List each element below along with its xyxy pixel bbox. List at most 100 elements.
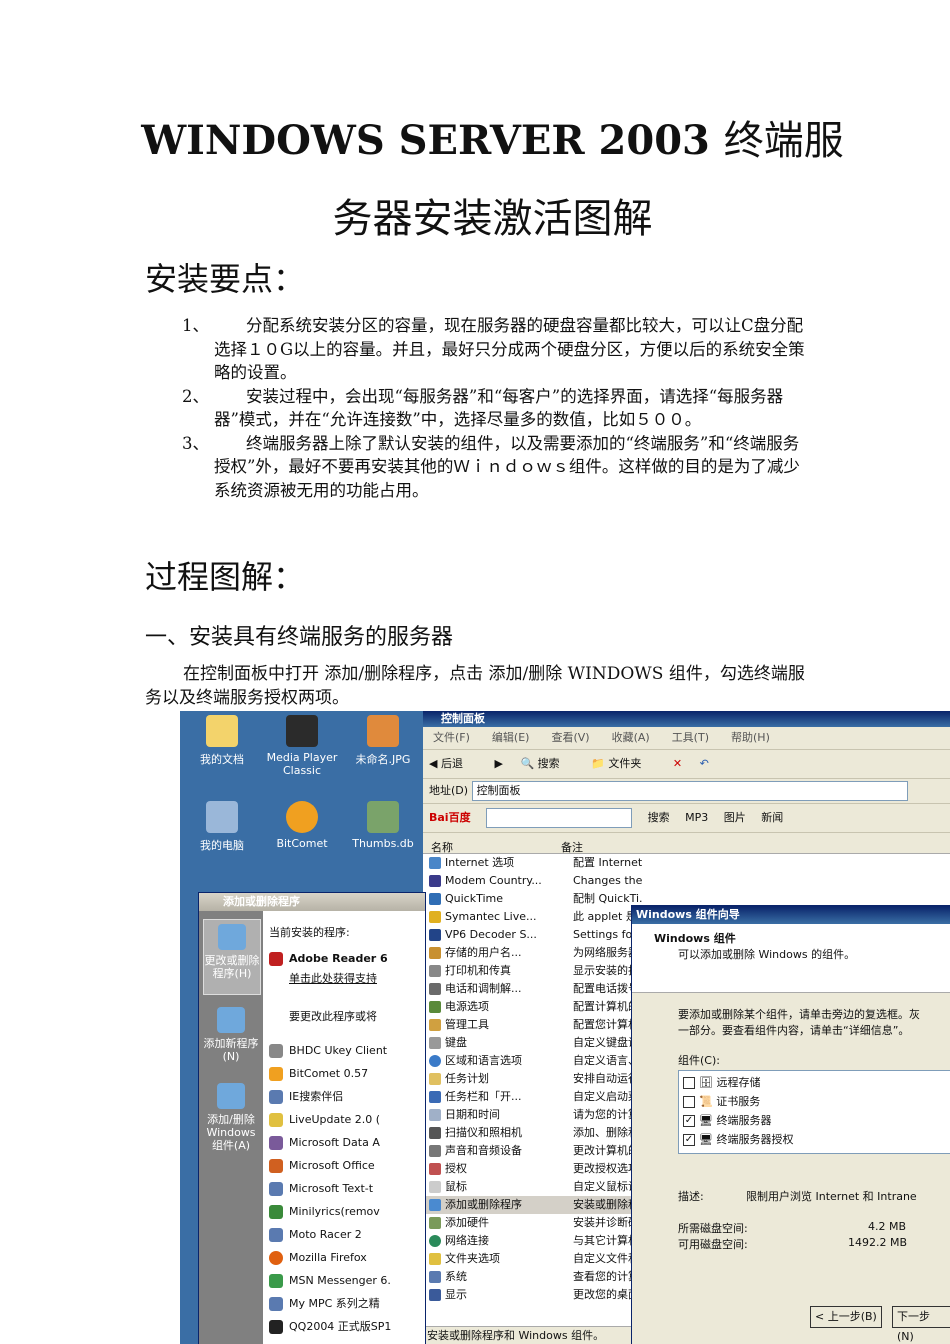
menu-tools[interactable]: 工具(T): [672, 731, 709, 744]
change-remove-programs-button[interactable]: 更改或删除程序(H): [203, 919, 261, 995]
baidu-toolbar: Bai百度 搜索 MP3 图片 新闻: [423, 804, 950, 833]
component-remote-storage[interactable]: 🗄 远程存储: [683, 1073, 760, 1092]
available-space-value: 1492.2 MB: [848, 1236, 908, 1249]
cd-icon: [218, 924, 246, 950]
list-item[interactable]: BitComet 0.57: [269, 1064, 368, 1084]
list-item[interactable]: MSN Messenger 6.: [269, 1271, 391, 1291]
list-item[interactable]: QQ2004 正式版SP1: [269, 1317, 391, 1337]
baidu-search-button[interactable]: 搜索: [648, 811, 670, 824]
folders-button[interactable]: 📁 文件夹: [591, 757, 655, 770]
delete-icon[interactable]: ✕: [673, 757, 682, 770]
list-item[interactable]: Microsoft Data A: [269, 1133, 380, 1153]
list-item[interactable]: Internet 选项配置 Internet ...: [423, 854, 643, 872]
list-item[interactable]: 声音和音频设备 更改计算机的: [423, 1142, 643, 1160]
film-icon: [286, 715, 318, 747]
menu-file[interactable]: 文件(F): [433, 731, 470, 744]
list-item[interactable]: 日期和时间 请为您的计算: [423, 1106, 643, 1124]
quicktime-icon: [429, 893, 441, 905]
keyboard-icon: [429, 1037, 441, 1049]
list-item[interactable]: 授权 更改授权选项: [423, 1160, 643, 1178]
menu-favorites[interactable]: 收藏(A): [612, 731, 650, 744]
checkbox[interactable]: [683, 1077, 695, 1089]
list-item[interactable]: VP6 Decoder S... Settings fo: [423, 926, 643, 944]
list-item[interactable]: 键盘 自定义键盘设: [423, 1034, 643, 1052]
desktop-icon-my-computer[interactable]: 我的电脑: [182, 801, 262, 853]
list-item[interactable]: 任务栏和「开... 自定义启动菜: [423, 1088, 643, 1106]
checkbox[interactable]: [683, 1096, 695, 1108]
list-item[interactable]: 网络连接 与其它计算机: [423, 1232, 643, 1250]
list-item[interactable]: Microsoft Office: [269, 1156, 375, 1176]
desktop-icon-my-documents[interactable]: 我的文档: [182, 715, 262, 767]
list-item[interactable]: 显示 更改您的桌面: [423, 1286, 643, 1304]
baidu-image-button[interactable]: 图片: [724, 811, 746, 824]
list-item[interactable]: Mozilla Firefox: [269, 1248, 367, 1268]
back-button[interactable]: < 上一步(B): [810, 1306, 882, 1328]
address-input[interactable]: 控制面板: [471, 781, 908, 801]
back-button[interactable]: ◀ 后退: [429, 757, 477, 770]
list-item[interactable]: 任务计划 安排自动运行: [423, 1070, 643, 1088]
current-programs-label: 当前安装的程序:: [269, 926, 350, 939]
baidu-search-input[interactable]: [486, 808, 633, 828]
search-button[interactable]: 🔍 搜索: [520, 757, 573, 770]
component-terminal-server-licensing[interactable]: ✓ 🖥 终端服务器授权: [683, 1130, 793, 1149]
list-item[interactable]: My MPC 系列之精: [269, 1294, 380, 1314]
program-icon: [269, 1090, 283, 1104]
list-item[interactable]: 扫描仪和照相机 添加、删除和: [423, 1124, 643, 1142]
list-item[interactable]: 鼠标 自定义鼠标设: [423, 1178, 643, 1196]
component-terminal-server[interactable]: ✓ 🖥 终端服务器: [683, 1111, 771, 1130]
vp6-icon: [429, 929, 441, 941]
list-item[interactable]: 区域和语言选项 自定义语言、: [423, 1052, 643, 1070]
folder-icon: [206, 715, 238, 747]
list-item-selected[interactable]: 添加或删除程序 安装或删除程: [423, 1196, 653, 1214]
desktop-icon-jpg[interactable]: 未命名.JPG: [348, 715, 418, 767]
list-item[interactable]: Microsoft Text-t: [269, 1179, 373, 1199]
list-item[interactable]: Minilyrics(remov: [269, 1202, 380, 1222]
list-item[interactable]: LiveUpdate 2.0 (: [269, 1110, 380, 1130]
forward-button[interactable]: ▶: [494, 757, 502, 770]
add-remove-windows-components-button[interactable]: 添加/删除Windows组件(A): [203, 1083, 259, 1152]
component-certificate-services[interactable]: 📜 证书服务: [683, 1092, 760, 1111]
list-item[interactable]: 添加硬件 安装并诊断硬: [423, 1214, 643, 1232]
desktop-icon-thumbs[interactable]: Thumbs.db: [348, 801, 418, 850]
list-item[interactable]: 电话和调制解... 配置电话拨号: [423, 980, 643, 998]
list-item[interactable]: 电源选项 配置计算机的: [423, 998, 643, 1016]
list-item[interactable]: 打印机和传真 显示安装的打: [423, 962, 643, 980]
list-item[interactable]: 文件夹选项 自定义文件和: [423, 1250, 643, 1268]
list-item[interactable]: Moto Racer 2: [269, 1225, 362, 1245]
list-item[interactable]: 系统 查看您的计算: [423, 1268, 643, 1286]
undo-icon[interactable]: ↶: [700, 757, 709, 770]
menu-view[interactable]: 查看(V): [551, 731, 589, 744]
next-button[interactable]: 下一步(N): [892, 1306, 950, 1343]
doc-title-line2: 务器安装激活图解: [332, 196, 653, 242]
body-paragraph: 在控制面板中打开 添加/删除程序，点击 添加/删除 WINDOWS 组件，勾选终…: [145, 664, 805, 708]
add-new-programs-button[interactable]: 添加新程序(N): [203, 1007, 259, 1063]
baidu-news-button[interactable]: 新闻: [761, 811, 783, 824]
support-link[interactable]: 单击此处获得支持: [289, 969, 377, 989]
selected-program[interactable]: Adobe Reader 6: [269, 949, 388, 969]
baidu-mp3-button[interactable]: MP3: [685, 811, 708, 824]
list-item[interactable]: IE搜索伴侣: [269, 1087, 343, 1107]
menu-help[interactable]: 帮助(H): [731, 731, 770, 744]
list-item[interactable]: QuickTime 配制 QuickTi...: [423, 890, 643, 908]
menu-edit[interactable]: 编辑(E): [492, 731, 530, 744]
camera-icon: [429, 1127, 441, 1139]
checkbox-checked[interactable]: ✓: [683, 1115, 695, 1127]
list-item[interactable]: Modem Country...Changes the cou...: [423, 872, 643, 890]
symantec-icon: [429, 911, 441, 923]
list-item[interactable]: Symantec Live... 此 applet 是: [423, 908, 643, 926]
checkbox-checked[interactable]: ✓: [683, 1134, 695, 1146]
bitcomet-icon: [286, 801, 318, 833]
list-item[interactable]: 管理工具 配置您计算机: [423, 1016, 643, 1034]
desktop-icon-bitcomet[interactable]: BitComet: [262, 801, 342, 850]
column-name-header[interactable]: 名称: [431, 839, 453, 855]
list-item[interactable]: BHDC Ukey Client: [269, 1041, 387, 1061]
mouse-icon: [429, 1181, 441, 1193]
baidu-logo[interactable]: Bai百度: [429, 811, 471, 824]
bitcomet-icon: [269, 1067, 283, 1081]
terminal-icon: 🖥: [699, 1133, 713, 1146]
desktop-icon-media-player[interactable]: Media Player Classic: [262, 715, 342, 777]
msn-icon: [269, 1274, 283, 1288]
wizard-instruction-line2: 一部分。要查看组件内容，请单击“详细信息”。: [678, 1024, 910, 1037]
column-note-header[interactable]: 备注: [561, 839, 583, 855]
list-item[interactable]: 存储的用户名... 为网络服务器: [423, 944, 643, 962]
